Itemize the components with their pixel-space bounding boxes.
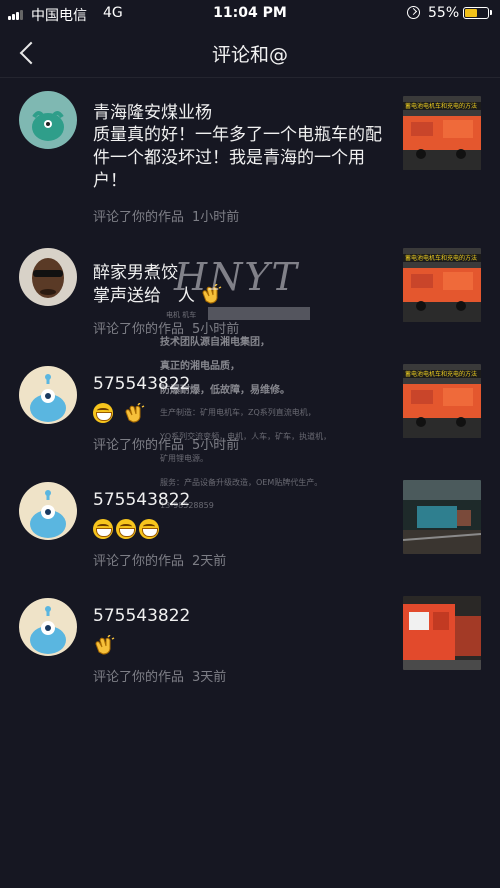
grin-emoji-icon [139,518,159,539]
thumbnail-caption: 蓄电池电机车和充电的方法 [405,370,477,378]
monster-avatar-icon [19,366,77,424]
battery-icon [463,7,489,19]
comment-text-main: 掌声送给 [93,286,161,306]
username[interactable]: 青海隆安煤业杨 [93,98,212,123]
battery-cap [490,10,492,15]
rotation-lock-icon [407,6,420,19]
comment-emoji-row [93,401,145,423]
monster-avatar-icon [19,91,77,149]
username[interactable]: 醉家男煮饺 [93,258,178,283]
comment-time: 1小时前 [192,210,240,225]
comment-meta: 评论了你的作品 1小时前 [93,206,247,225]
avatar[interactable] [19,482,77,540]
red-locomotive-thumbnail-image [403,596,481,670]
grin-emoji-icon [93,518,113,539]
nav-bar: 评论和@ [0,26,500,78]
workshop-thumbnail-image [403,480,481,554]
video-thumbnail[interactable] [403,596,481,670]
video-thumbnail[interactable] [403,480,481,554]
clap-emoji-icon [125,401,145,423]
comment-meta: 评论了你的作品 3天前 [93,666,234,685]
comment-action: 评论了你的作品 [93,670,185,685]
comment-action: 评论了你的作品 [93,210,185,225]
thumbnail-caption: 蓄电池电机车和充电的方法 [405,254,477,262]
battery-level [465,9,477,17]
video-thumbnail[interactable]: 蓄电池电机车和充电的方法 [403,364,481,438]
clap-emoji-icon [202,283,222,304]
clap-emoji-icon [95,633,115,655]
comment-time: 5小时前 [192,438,240,453]
comment-meta: 评论了你的作品 5小时前 [93,318,247,337]
comments-screen: 中国电信 4G 11:04 PM 55% 评论和@ 青海隆安煤业杨 质量真的好！… [0,0,500,888]
monster-avatar-icon [19,598,77,656]
username[interactable]: 575543822 [93,606,190,626]
username[interactable]: 575543822 [93,490,190,510]
comment-item[interactable]: 575543822 评论了你的作品 3天前 [0,576,500,692]
locomotive-thumbnail-image: 蓄电池电机车和充电的方法 [403,96,481,170]
comment-item[interactable]: 575543822 评论了你的作品 2天前 [0,460,500,576]
avatar[interactable] [19,248,77,306]
comment-text-suffix: 人 [177,286,195,306]
avatar[interactable] [19,366,77,424]
thumbnail-caption: 蓄电池电机车和充电的方法 [405,102,477,110]
comment-text: 掌声送给 人 [93,283,383,308]
locomotive-thumbnail-image: 蓄电池电机车和充电的方法 [403,248,481,322]
comment-meta: 评论了你的作品 5小时前 [93,434,247,453]
comment-emoji-row [93,633,115,655]
status-bar: 中国电信 4G 11:04 PM 55% [0,0,500,26]
grin-emoji-icon [116,518,136,539]
comment-time: 2天前 [192,554,227,569]
comment-item[interactable]: 青海隆安煤业杨 质量真的好！一年多了一个电瓶车的配件一个都没坏过！我是青海的一个… [0,78,500,228]
video-thumbnail[interactable]: 蓄电池电机车和充电的方法 [403,96,481,170]
comment-action: 评论了你的作品 [93,322,185,337]
avatar[interactable] [19,598,77,656]
comment-item[interactable]: 醉家男煮饺 掌声送给 人 评论了你的作品 5小时前 蓄电池电机车和充电的方法 [0,228,500,344]
page-title: 评论和@ [211,44,288,66]
locomotive-thumbnail-image: 蓄电池电机车和充电的方法 [403,364,481,438]
comment-time: 5小时前 [192,322,240,337]
battery-percent: 55% [428,5,460,21]
comment-action: 评论了你的作品 [93,554,185,569]
comment-action: 评论了你的作品 [93,438,185,453]
monster-avatar-icon [19,482,77,540]
grin-emoji-icon [93,402,113,423]
comment-text: 质量真的好！一年多了一个电瓶车的配件一个都没坏过！我是青海的一个用户！ [93,125,382,191]
username[interactable]: 575543822 [93,374,190,394]
comment-emoji-row [93,517,162,539]
person-avatar-icon [19,248,77,306]
avatar[interactable] [19,91,77,149]
video-thumbnail[interactable]: 蓄电池电机车和充电的方法 [403,248,481,322]
comment-meta: 评论了你的作品 2天前 [93,550,234,569]
comment-item[interactable]: 575543822 评论了你的作品 5小时前 蓄电池电机车和充电的方法 [0,344,500,460]
clock: 11:04 PM [213,5,287,21]
comment-time: 3天前 [192,670,227,685]
